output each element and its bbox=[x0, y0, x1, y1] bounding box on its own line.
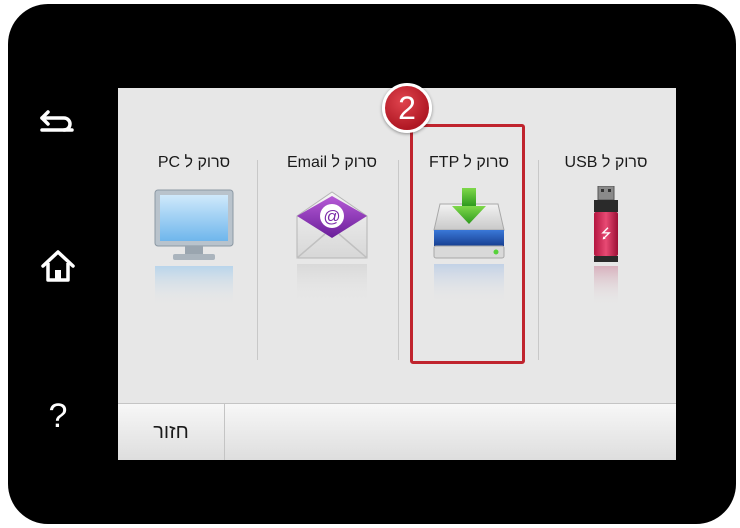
touch-screen: PC סרוק ל Email סרוק ל @ FTP סרוק ל USB … bbox=[118, 88, 676, 460]
back-button[interactable]: חזור bbox=[118, 404, 225, 460]
scan-to-pc-tile[interactable]: PC סרוק ל bbox=[126, 144, 262, 384]
home-button[interactable] bbox=[28, 236, 88, 296]
back-arrow-button[interactable] bbox=[28, 92, 88, 152]
printer-control-panel: ? PC סרוק ל Email סרוק ל @ FTP סרוק ל US… bbox=[8, 4, 736, 524]
step-number-badge: 2 bbox=[382, 83, 432, 133]
bottom-bar: חזור bbox=[118, 403, 676, 460]
scan-to-email-tile[interactable]: Email סרוק ל @ bbox=[264, 144, 400, 384]
help-button[interactable]: ? bbox=[28, 386, 88, 446]
scan-to-ftp-tile[interactable]: FTP סרוק ל bbox=[401, 144, 537, 384]
ftp-drive-icon bbox=[433, 188, 505, 304]
tile-divider bbox=[257, 160, 258, 360]
help-question-icon: ? bbox=[48, 397, 68, 435]
svg-text:⭍: ⭍ bbox=[601, 227, 612, 242]
usb-drive-icon: ⭍ bbox=[594, 186, 618, 306]
tile-divider bbox=[538, 160, 539, 360]
scan-to-email-label: Email סרוק ל bbox=[286, 154, 377, 171]
scan-to-ftp-label: FTP סרוק ל bbox=[429, 154, 509, 171]
email-icon: @ bbox=[296, 191, 368, 304]
tile-divider bbox=[398, 160, 399, 360]
back-arrow-icon bbox=[40, 110, 74, 132]
scan-to-pc-label: PC סרוק ל bbox=[157, 154, 231, 171]
svg-text:@: @ bbox=[323, 207, 340, 226]
scan-to-usb-label: USB סרוק ל bbox=[564, 154, 648, 171]
monitor-icon bbox=[154, 189, 234, 306]
home-icon bbox=[41, 250, 75, 282]
scan-to-usb-tile[interactable]: USB סרוק ל ⭍ bbox=[538, 144, 674, 384]
